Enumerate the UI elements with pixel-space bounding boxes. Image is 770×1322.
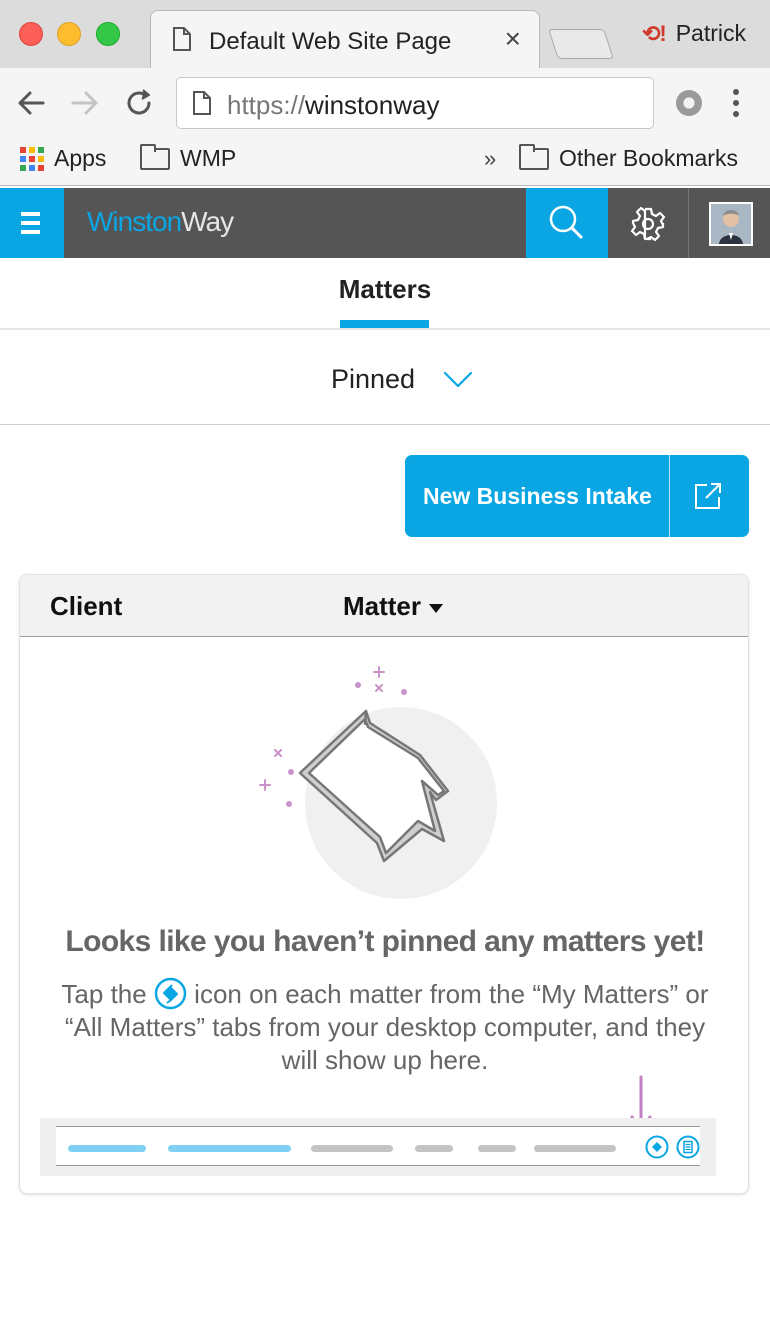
settings-button[interactable] (609, 188, 689, 258)
pin-illustration-icon (259, 666, 497, 899)
column-client[interactable]: Client (50, 591, 122, 622)
placeholder-bar (311, 1145, 393, 1152)
placeholder-bar (478, 1145, 516, 1152)
column-matter[interactable]: Matter (343, 591, 444, 622)
matter-row-illustration (40, 1118, 716, 1176)
back-arrow-icon[interactable] (14, 86, 48, 120)
empty-state-title: Looks like you haven’t pinned any matter… (65, 925, 705, 958)
pin-icon (645, 1135, 669, 1159)
new-tab-button[interactable] (548, 29, 614, 59)
bookmark-apps[interactable]: Apps (20, 145, 106, 172)
matters-card: Client Matter Looks like you haven’t pin… (19, 574, 749, 1194)
folder-icon (519, 143, 549, 170)
bookmark-other[interactable]: Other Bookmarks (519, 143, 738, 172)
browser-menu-icon[interactable] (726, 86, 746, 120)
extension-icon[interactable] (676, 90, 702, 116)
active-tab-indicator (340, 320, 429, 328)
folder-icon (140, 143, 170, 170)
url-text: https://winstonway (227, 90, 439, 121)
search-button[interactable] (526, 188, 608, 258)
sync-error-icon: ⟲! (641, 20, 667, 46)
pin-icon (154, 977, 187, 1010)
chevron-down-icon (443, 371, 473, 388)
apps-grid-icon (20, 146, 44, 171)
sort-caret-icon (429, 603, 444, 613)
address-bar[interactable]: https://winstonway (176, 77, 654, 129)
minimize-window-button[interactable] (57, 22, 81, 46)
new-business-intake-label: New Business Intake (423, 483, 652, 509)
brand-part2: Way (181, 206, 234, 237)
button-divider (669, 455, 670, 537)
matter-row-placeholder (56, 1126, 700, 1166)
avatar-image (711, 204, 751, 244)
search-icon (549, 205, 583, 239)
page-tabs: Matters (0, 258, 770, 330)
app-header: WinstonWay (0, 188, 770, 258)
browser-tab[interactable]: Default Web Site Page × (150, 10, 540, 70)
empty-state-description: Tap the icon on each matter from the “My… (60, 977, 710, 1077)
placeholder-bar (68, 1145, 146, 1152)
bookmark-wmp[interactable]: WMP (140, 143, 237, 172)
bookmarks-overflow-button[interactable]: » (484, 146, 496, 172)
browser-toolbar: https://winstonway (0, 68, 770, 140)
document-icon (676, 1135, 700, 1159)
reload-icon[interactable] (122, 86, 156, 120)
filter-selected-value: Pinned (331, 364, 416, 394)
bookmark-wmp-label: WMP (180, 145, 237, 171)
placeholder-bar (534, 1145, 616, 1152)
hamburger-menu-button[interactable] (0, 188, 64, 258)
bookmark-other-label: Other Bookmarks (559, 145, 738, 171)
url-host: winstonway (305, 90, 440, 120)
filter-dropdown[interactable]: Pinned (0, 330, 770, 425)
close-tab-icon[interactable]: × (505, 25, 521, 53)
profile-button[interactable]: ⟲! Patrick (642, 20, 746, 47)
close-window-button[interactable] (19, 22, 43, 46)
external-link-icon (695, 483, 721, 509)
forward-arrow-icon[interactable] (68, 86, 102, 120)
placeholder-bar (415, 1145, 453, 1152)
column-matter-label: Matter (343, 591, 422, 621)
gear-icon (630, 206, 666, 242)
browser-tab-strip: Default Web Site Page × ⟲! Patrick (0, 0, 770, 70)
brand-part1: Winston (87, 206, 182, 237)
new-business-intake-button[interactable]: New Business Intake (405, 455, 749, 537)
tab-title: Default Web Site Page (209, 28, 452, 55)
placeholder-bar (168, 1145, 291, 1152)
bookmark-apps-label: Apps (54, 145, 107, 171)
tab-matters[interactable]: Matters (0, 274, 770, 305)
empty-desc-before: Tap the (61, 979, 154, 1009)
page-info-icon[interactable] (193, 91, 211, 115)
bookmarks-bar: Apps WMP » Other Bookmarks (0, 140, 770, 186)
user-avatar-button[interactable] (690, 188, 770, 258)
table-header: Client Matter (20, 575, 748, 637)
zoom-window-button[interactable] (96, 22, 120, 46)
brand-logo[interactable]: WinstonWay (87, 206, 234, 238)
profile-name: Patrick (675, 20, 746, 46)
avatar (709, 202, 753, 246)
page-icon (173, 27, 191, 51)
url-scheme: https:// (227, 90, 306, 120)
